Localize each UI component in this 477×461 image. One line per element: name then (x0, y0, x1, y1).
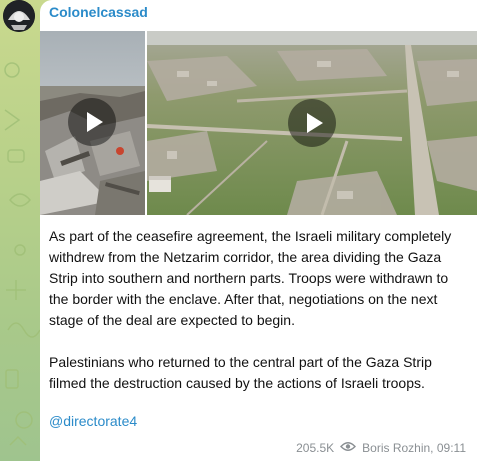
message-bubble: Colonelcassad As part of the ceasefire a… (40, 0, 477, 461)
message-paragraph: As part of the ceasefire agreement, the … (49, 228, 452, 328)
video-thumbnail-aerial[interactable] (147, 31, 477, 215)
message-text: As part of the ceasefire agreement, the … (49, 226, 469, 394)
play-icon (87, 112, 103, 132)
message-paragraph: Palestinians who returned to the central… (49, 354, 432, 391)
video-thumbnail-rubble[interactable] (40, 31, 145, 215)
channel-avatar[interactable] (3, 0, 35, 32)
message-footer: 205.5K Boris Rozhin, 09:11 (296, 441, 466, 455)
view-count: 205.5K (296, 441, 335, 455)
play-icon (307, 113, 323, 133)
author-time: Boris Rozhin, 09:11 (362, 441, 466, 455)
channel-name[interactable]: Colonelcassad (49, 4, 148, 20)
play-button[interactable] (288, 99, 336, 147)
play-button[interactable] (68, 98, 116, 146)
eye-icon (340, 441, 357, 455)
background-pattern (4, 62, 41, 446)
channel-link[interactable]: @directorate4 (49, 413, 137, 429)
